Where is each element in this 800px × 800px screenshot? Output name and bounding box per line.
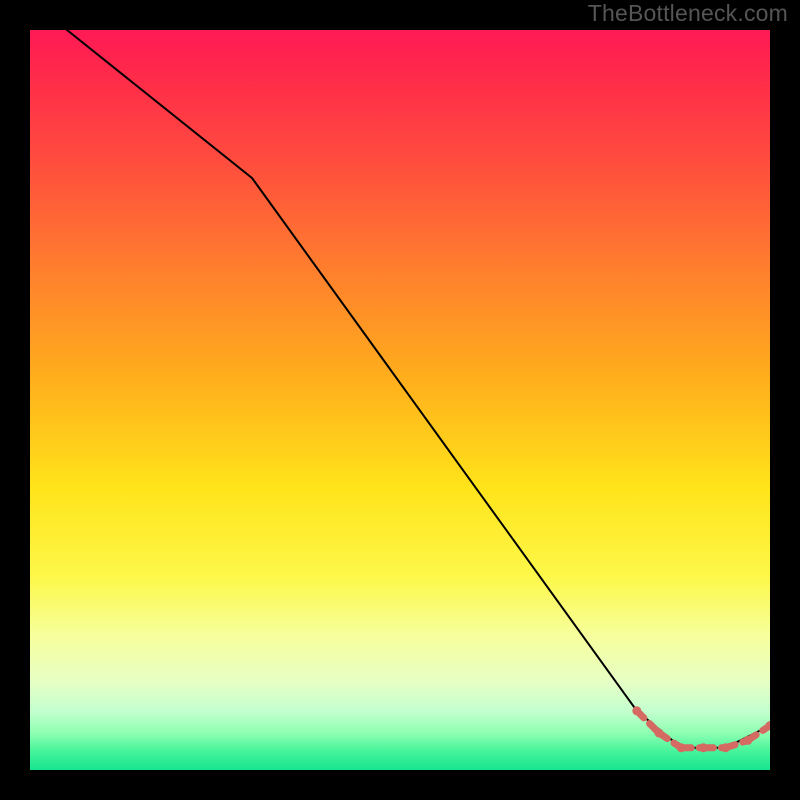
chart-svg — [30, 30, 770, 770]
tail-dashed-markers — [632, 706, 770, 752]
watermark-text: TheBottleneck.com — [588, 0, 788, 27]
curve-line — [67, 30, 770, 748]
chart-stage: TheBottleneck.com — [0, 0, 800, 800]
